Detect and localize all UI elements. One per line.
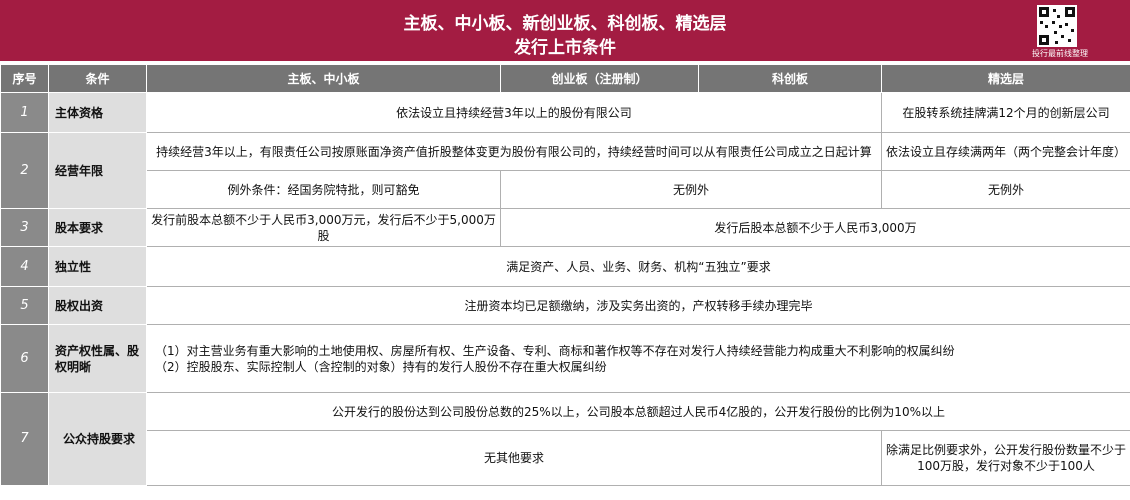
page: 主板、中小板、新创业板、科创板、精选层 发行上市条件 投行最前线整理 序号 条件… [0,0,1130,500]
row-index: 7 [0,392,49,486]
table-row: 无其他要求 除满足比例要求外，公开发行股份数量不少于100万股，发行对象不少于1… [1,430,1130,486]
cell-select: 在股转系统挂牌满12个月的创新层公司 [881,92,1130,133]
row-condition: 独立性 [48,246,147,287]
col-header-select: 精选层 [881,64,1130,93]
row-index: 5 [0,286,49,325]
cell-main-to-star: 依法设立且持续经营3年以上的股份有限公司 [146,92,882,133]
page-title: 主板、中小板、新创业板、科创板、精选层 [403,14,727,34]
row-condition: 股本要求 [48,208,147,247]
row-index: 2 [0,132,49,209]
header-banner: 主板、中小板、新创业板、科创板、精选层 发行上市条件 投行最前线整理 [0,0,1130,61]
cell-select: 依法设立且存续满两年（两个完整会计年度） [881,132,1130,171]
page-subtitle: 发行上市条件 [514,38,616,58]
cell-exception-main: 例外条件：经国务院特批，则可豁免 [146,170,501,209]
row-index: 4 [0,246,49,287]
col-header-index: 序号 [0,64,49,93]
table-row: 3 股本要求 发行前股本总额不少于人民币3,000万元，发行后不少于5,000万… [0,208,1130,247]
row-condition: 资产权性属、股权明晰 [48,324,147,393]
cell-select: 除满足比例要求外，公开发行股份数量不少于100万股，发行对象不少于100人 [881,430,1130,486]
table-row: 例外条件：经国务院特批，则可豁免 无例外 无例外 [1,170,1130,209]
cell-main-to-star: 持续经营3年以上，有限责任公司按原账面净资产值折股整体变更为股份有限公司的，持续… [146,132,882,171]
cell-all: 满足资产、人员、业务、财务、机构“五独立”要求 [146,246,1130,287]
clause-2: （2）控股股东、实际控制人（含控制的对象）持有的发行人股份不存在重大权属纠纷 [155,359,607,374]
brand-label: 投行最前线整理 [1032,49,1088,58]
cell-exception-chinext-star: 无例外 [500,170,882,209]
col-header-condition: 条件 [48,64,147,93]
table-row: 2 经营年限 持续经营3年以上，有限责任公司按原账面净资产值折股整体变更为股份有… [0,132,1130,209]
table-row: 1 主体资格 依法设立且持续经营3年以上的股份有限公司 在股转系统挂牌满12个月… [0,92,1130,133]
row-index: 6 [0,324,49,393]
table-header-row: 序号 条件 主板、中小板 创业板（注册制） 科创板 精选层 [0,64,1130,93]
col-header-chinext: 创业板（注册制） [500,64,699,93]
clause-1: （1）对主营业务有重大影响的土地使用权、房屋所有权、生产设备、专利、商标和著作权… [155,343,955,358]
cell-all: 注册资本均已足额缴纳，涉及实务出资的，产权转移手续办理完毕 [146,286,1130,325]
listing-conditions-table: 序号 条件 主板、中小板 创业板（注册制） 科创板 精选层 1 主体资格 依法设… [0,64,1130,500]
row-index: 3 [0,208,49,247]
row-condition: 主体资格 [48,92,147,133]
cell-all: （1）对主营业务有重大影响的土地使用权、房屋所有权、生产设备、专利、商标和著作权… [146,324,1130,393]
col-header-star: 科创板 [698,64,882,93]
col-header-main: 主板、中小板 [146,64,501,93]
cell-main: 发行前股本总额不少于人民币3,000万元，发行后不少于5,000万股 [146,208,501,247]
table-row: 4 独立性 满足资产、人员、业务、财务、机构“五独立”要求 [0,246,1130,287]
table-row: 7 公众持股要求 公开发行的股份达到公司股份总数的25%以上，公司股本总额超过人… [0,392,1130,486]
row-index: 1 [0,92,49,133]
cell-others: 发行后股本总额不少于人民币3,000万 [500,208,1130,247]
row-condition: 股权出资 [48,286,147,325]
table-row: 6 资产权性属、股权明晰 （1）对主营业务有重大影响的土地使用权、房屋所有权、生… [0,324,1130,393]
cell-main-to-star: 无其他要求 [146,430,882,486]
qr-code-icon [1037,5,1077,47]
row-condition: 经营年限 [48,132,147,209]
cell-all: 公开发行的股份达到公司股份总数的25%以上，公司股本总额超过人民币4亿股的，公开… [146,392,1130,431]
cell-exception-select: 无例外 [881,170,1130,209]
row-condition: 公众持股要求 [48,392,147,486]
table-row: 5 股权出资 注册资本均已足额缴纳，涉及实务出资的，产权转移手续办理完毕 [0,286,1130,325]
